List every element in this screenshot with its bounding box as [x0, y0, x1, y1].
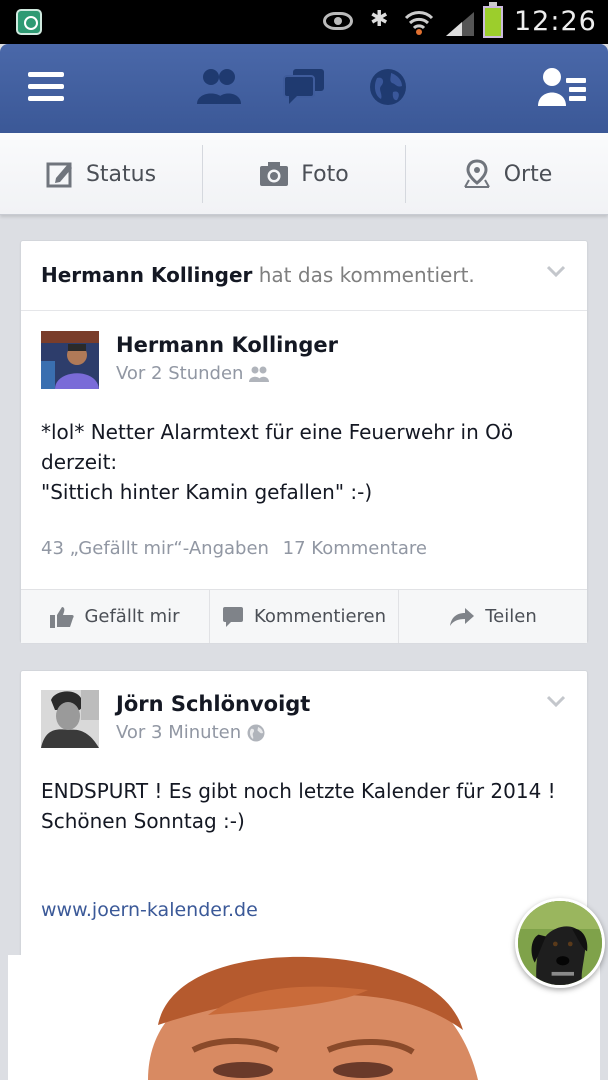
engagement-summary[interactable]: 43 „Gefällt mir“-Angaben 17 Kommentare [41, 538, 427, 559]
like-label: Gefällt mir [84, 606, 180, 627]
avatar[interactable] [41, 690, 99, 748]
composer-bar: Status Foto Orte [0, 133, 608, 215]
share-button[interactable]: Teilen [399, 590, 587, 643]
post-timestamp[interactable]: Vor 3 Minuten [116, 722, 241, 743]
edit-status-icon [46, 162, 72, 188]
divider [21, 310, 587, 311]
status-button[interactable]: Status [0, 133, 202, 215]
post-meta: Vor 3 Minuten [116, 722, 265, 743]
profile-list-icon[interactable] [538, 66, 586, 108]
story-context: Hermann Kollinger hat das kommentiert. [41, 263, 475, 287]
post-text: *lol* Netter Alarmtext für eine Feuerweh… [41, 420, 514, 504]
comment-label: Kommentieren [253, 606, 387, 627]
thumbs-up-icon [50, 606, 75, 628]
chat-head-avatar[interactable] [515, 898, 605, 988]
news-feed-story: Hermann Kollinger hat das kommentiert. H… [20, 240, 588, 643]
comment-button[interactable]: Kommentieren [210, 590, 399, 643]
post-text: ENDSPURT ! Es gibt noch letzte Kalender … [41, 779, 556, 833]
chevron-down-icon[interactable] [547, 695, 565, 707]
globe-audience-icon [247, 724, 265, 741]
post-image[interactable] [8, 955, 600, 1080]
top-navigation-bar [0, 44, 608, 133]
location-pin-icon [463, 159, 490, 188]
bluetooth-icon: ✱ [370, 7, 389, 32]
camera-icon [260, 162, 289, 186]
signal-strength-icon [446, 12, 474, 36]
likes-count[interactable]: 43 „Gefällt mir“-Angaben [41, 538, 269, 559]
avatar[interactable] [41, 331, 99, 389]
friend-requests-icon[interactable] [196, 66, 242, 106]
messages-icon[interactable] [283, 68, 325, 106]
like-button[interactable]: Gefällt mir [21, 590, 210, 643]
photo-button[interactable]: Foto [203, 133, 405, 215]
places-label: Orte [503, 161, 553, 187]
context-actor-name[interactable]: Hermann Kollinger [41, 263, 252, 287]
friends-audience-icon [249, 366, 270, 382]
news-feed-story: Jörn Schlönvoigt Vor 3 Minuten ENDSPURT … [20, 670, 588, 970]
smart-stay-eye-icon [323, 12, 353, 30]
status-label: Status [85, 161, 157, 187]
status-bar: ✱ 12:26 [0, 0, 608, 44]
notifications-globe-icon[interactable] [369, 68, 407, 106]
post-author-name[interactable]: Hermann Kollinger [116, 333, 338, 357]
post-author-name[interactable]: Jörn Schlönvoigt [116, 692, 310, 716]
places-button[interactable]: Orte [406, 133, 608, 215]
post-link[interactable]: www.joern-kalender.de [41, 899, 258, 921]
photo-label: Foto [301, 161, 349, 187]
share-arrow-icon [450, 607, 475, 626]
comment-bubble-icon [222, 606, 243, 627]
chevron-down-icon[interactable] [547, 265, 565, 277]
menu-icon[interactable] [28, 72, 64, 102]
post-meta: Vor 2 Stunden [116, 363, 270, 384]
battery-icon [483, 2, 503, 38]
clock: 12:26 [514, 6, 597, 37]
wifi-icon [404, 11, 434, 35]
share-label: Teilen [485, 606, 537, 627]
action-bar: Gefällt mir Kommentieren Teilen [21, 589, 587, 643]
comments-count[interactable]: 17 Kommentare [283, 538, 427, 559]
app-notification-icon [16, 9, 42, 35]
context-action-text: hat das kommentiert. [258, 263, 475, 287]
post-timestamp[interactable]: Vor 2 Stunden [116, 363, 243, 384]
